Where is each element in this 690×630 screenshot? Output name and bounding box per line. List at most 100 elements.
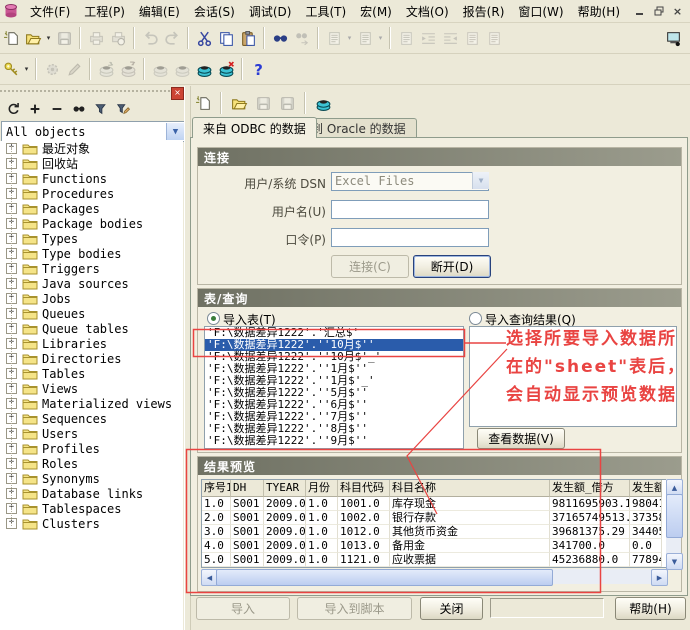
tree-item-sequences[interactable]: +Sequences [0,411,183,426]
windows-icon[interactable] [662,27,684,49]
execute-icon[interactable] [312,92,334,114]
table-cell: 1002.0 [338,511,390,525]
restore-button[interactable] [650,4,667,19]
table-row[interactable]: 2.0S0012009.01.01002.0银行存款37165749513.27… [202,511,666,525]
menu-item-e[interactable]: 编辑(E) [132,1,187,22]
menu-item-d[interactable]: 调试(D) [242,1,299,22]
find-object-icon[interactable] [69,100,88,118]
chevron-down-icon[interactable]: ▼ [166,123,184,140]
tree-item-views[interactable]: +Views [0,381,183,396]
tree-item-packages[interactable]: +Packages [0,201,183,216]
column-header[interactable]: 科目代码 [338,480,390,497]
sheet-list-item[interactable]: 'F:\数据差异1222'.''9月$'' [205,435,463,447]
import-query-radio[interactable] [469,312,482,325]
column-header[interactable]: DH [231,480,264,497]
refresh-icon[interactable] [3,100,22,118]
new-file-icon[interactable] [192,92,214,114]
tree-item-procedures[interactable]: +Procedures [0,186,183,201]
tree-item-triggers[interactable]: +Triggers [0,261,183,276]
minimize-button[interactable] [631,4,648,19]
tree-item-types[interactable]: +Types [0,231,183,246]
table-cell: 1.0 [306,497,338,511]
open-file-icon[interactable] [228,92,250,114]
cut-icon[interactable] [193,27,215,49]
copy-icon[interactable] [215,27,237,49]
h-scroll-thumb[interactable] [216,569,553,586]
table-row[interactable]: 5.0S0012009.01.01121.0应收票据45236880.07789… [202,553,666,567]
column-header[interactable]: 科目名称 [390,480,550,497]
menu-item-o[interactable]: 文档(O) [399,1,456,22]
tree-item-roles[interactable]: +Roles [0,456,183,471]
paste-icon[interactable] [237,27,259,49]
open-file-dropdown-icon[interactable]: ▾ [44,34,53,42]
tree-item-queue-tables[interactable]: +Queue tables [0,321,183,336]
tab-to-oracle[interactable]: 到 Oracle 的数据 [300,118,417,138]
menu-item-w[interactable]: 窗口(W) [511,1,570,22]
object-filter-select[interactable]: All objects ▼ [1,121,185,142]
column-header[interactable]: 月份 [306,480,338,497]
password-field[interactable] [331,228,489,247]
tree-item-libraries[interactable]: +Libraries [0,336,183,351]
menu-item-h[interactable]: 帮助(H) [571,1,627,22]
new-file-icon[interactable] [0,27,22,49]
tree-item-clusters[interactable]: +Clusters [0,516,183,531]
table-row[interactable]: 3.0S0012009.01.01012.0其他货币资金39681375.293… [202,525,666,539]
tree-item-users[interactable]: +Users [0,426,183,441]
tree-item-tables[interactable]: +Tables [0,366,183,381]
sheet-list[interactable]: 'F:\数据差异1222'.'汇总$''F:\数据差异1222'.''10月$'… [204,326,464,449]
menu-item-r[interactable]: 报告(R) [456,1,512,22]
menu-item-t[interactable]: 工具(T) [298,1,353,22]
view-data-button[interactable]: 查看数据(V) [477,428,565,449]
menu-item-m[interactable]: 宏(M) [353,1,399,22]
query-textarea[interactable] [469,326,677,427]
close-dialog-button[interactable]: 关闭 [420,597,483,620]
tree-item-java-sources[interactable]: +Java sources [0,276,183,291]
disconnect-button[interactable]: 断开(D) [413,255,491,278]
tab-from-odbc[interactable]: 来自 ODBC 的数据 [192,117,317,138]
open-file-icon[interactable] [22,27,44,49]
panel-grip-handle[interactable] [0,87,183,96]
table-row[interactable]: 1.0S0012009.01.01001.0库存现金9811695903.139… [202,497,666,511]
disconnect-database-icon[interactable] [215,58,237,80]
commit-icon [95,58,117,80]
find-icon[interactable] [269,27,291,49]
menu-item-f[interactable]: 文件(F) [23,1,77,22]
tree-item-package-bodies[interactable]: +Package bodies [0,216,183,231]
column-header[interactable]: 序号1 [202,480,231,497]
tree-item-directories[interactable]: +Directories [0,351,183,366]
tree-item-type-bodies[interactable]: +Type bodies [0,246,183,261]
tree-item-functions[interactable]: +Functions [0,171,183,186]
tree-item-materialized-views[interactable]: +Materialized views [0,396,183,411]
help-icon[interactable]: ? [247,58,269,80]
tree-item-tablespaces[interactable]: +Tablespaces [0,501,183,516]
dsn-select[interactable]: Excel Files ▼ [331,172,489,191]
username-field[interactable] [331,200,489,219]
session-key-dropdown-icon[interactable]: ▾ [22,65,31,73]
import-table-radio[interactable] [207,312,220,325]
scroll-right-icon[interactable]: ▶ [651,569,668,586]
menu-item-p[interactable]: 工程(P) [77,1,132,22]
close-button[interactable]: × [669,4,686,19]
tree-item-synonyms[interactable]: +Synonyms [0,471,183,486]
connect-database-icon[interactable] [193,58,215,80]
tree-item-jobs[interactable]: +Jobs [0,291,183,306]
column-header[interactable]: 发生额 [630,480,662,497]
table-cell: 库存现金 [390,497,550,511]
menu-item-s[interactable]: 会话(S) [187,1,242,22]
tree-item-最近对象[interactable]: +最近对象 [0,141,183,156]
table-row[interactable]: 4.0S0012009.01.01013.0备用金341700.00.0 [202,539,666,553]
tree-item-queues[interactable]: +Queues [0,306,183,321]
v-scroll-thumb[interactable] [666,494,683,538]
tree-item-回收站[interactable]: +回收站 [0,156,183,171]
filter-edit-icon[interactable] [113,100,132,118]
filter-icon[interactable] [91,100,110,118]
column-header[interactable]: TYEAR [264,480,306,497]
session-key-icon[interactable] [0,58,22,80]
tree-item-database-links[interactable]: +Database links [0,486,183,501]
collapse-all-icon[interactable] [47,100,66,118]
scroll-down-icon[interactable]: ▼ [666,553,683,570]
tree-item-profiles[interactable]: +Profiles [0,441,183,456]
column-header[interactable]: 发生额_借方 [550,480,630,497]
expand-all-icon[interactable] [25,100,44,118]
help-button[interactable]: 帮助(H) [615,597,686,620]
